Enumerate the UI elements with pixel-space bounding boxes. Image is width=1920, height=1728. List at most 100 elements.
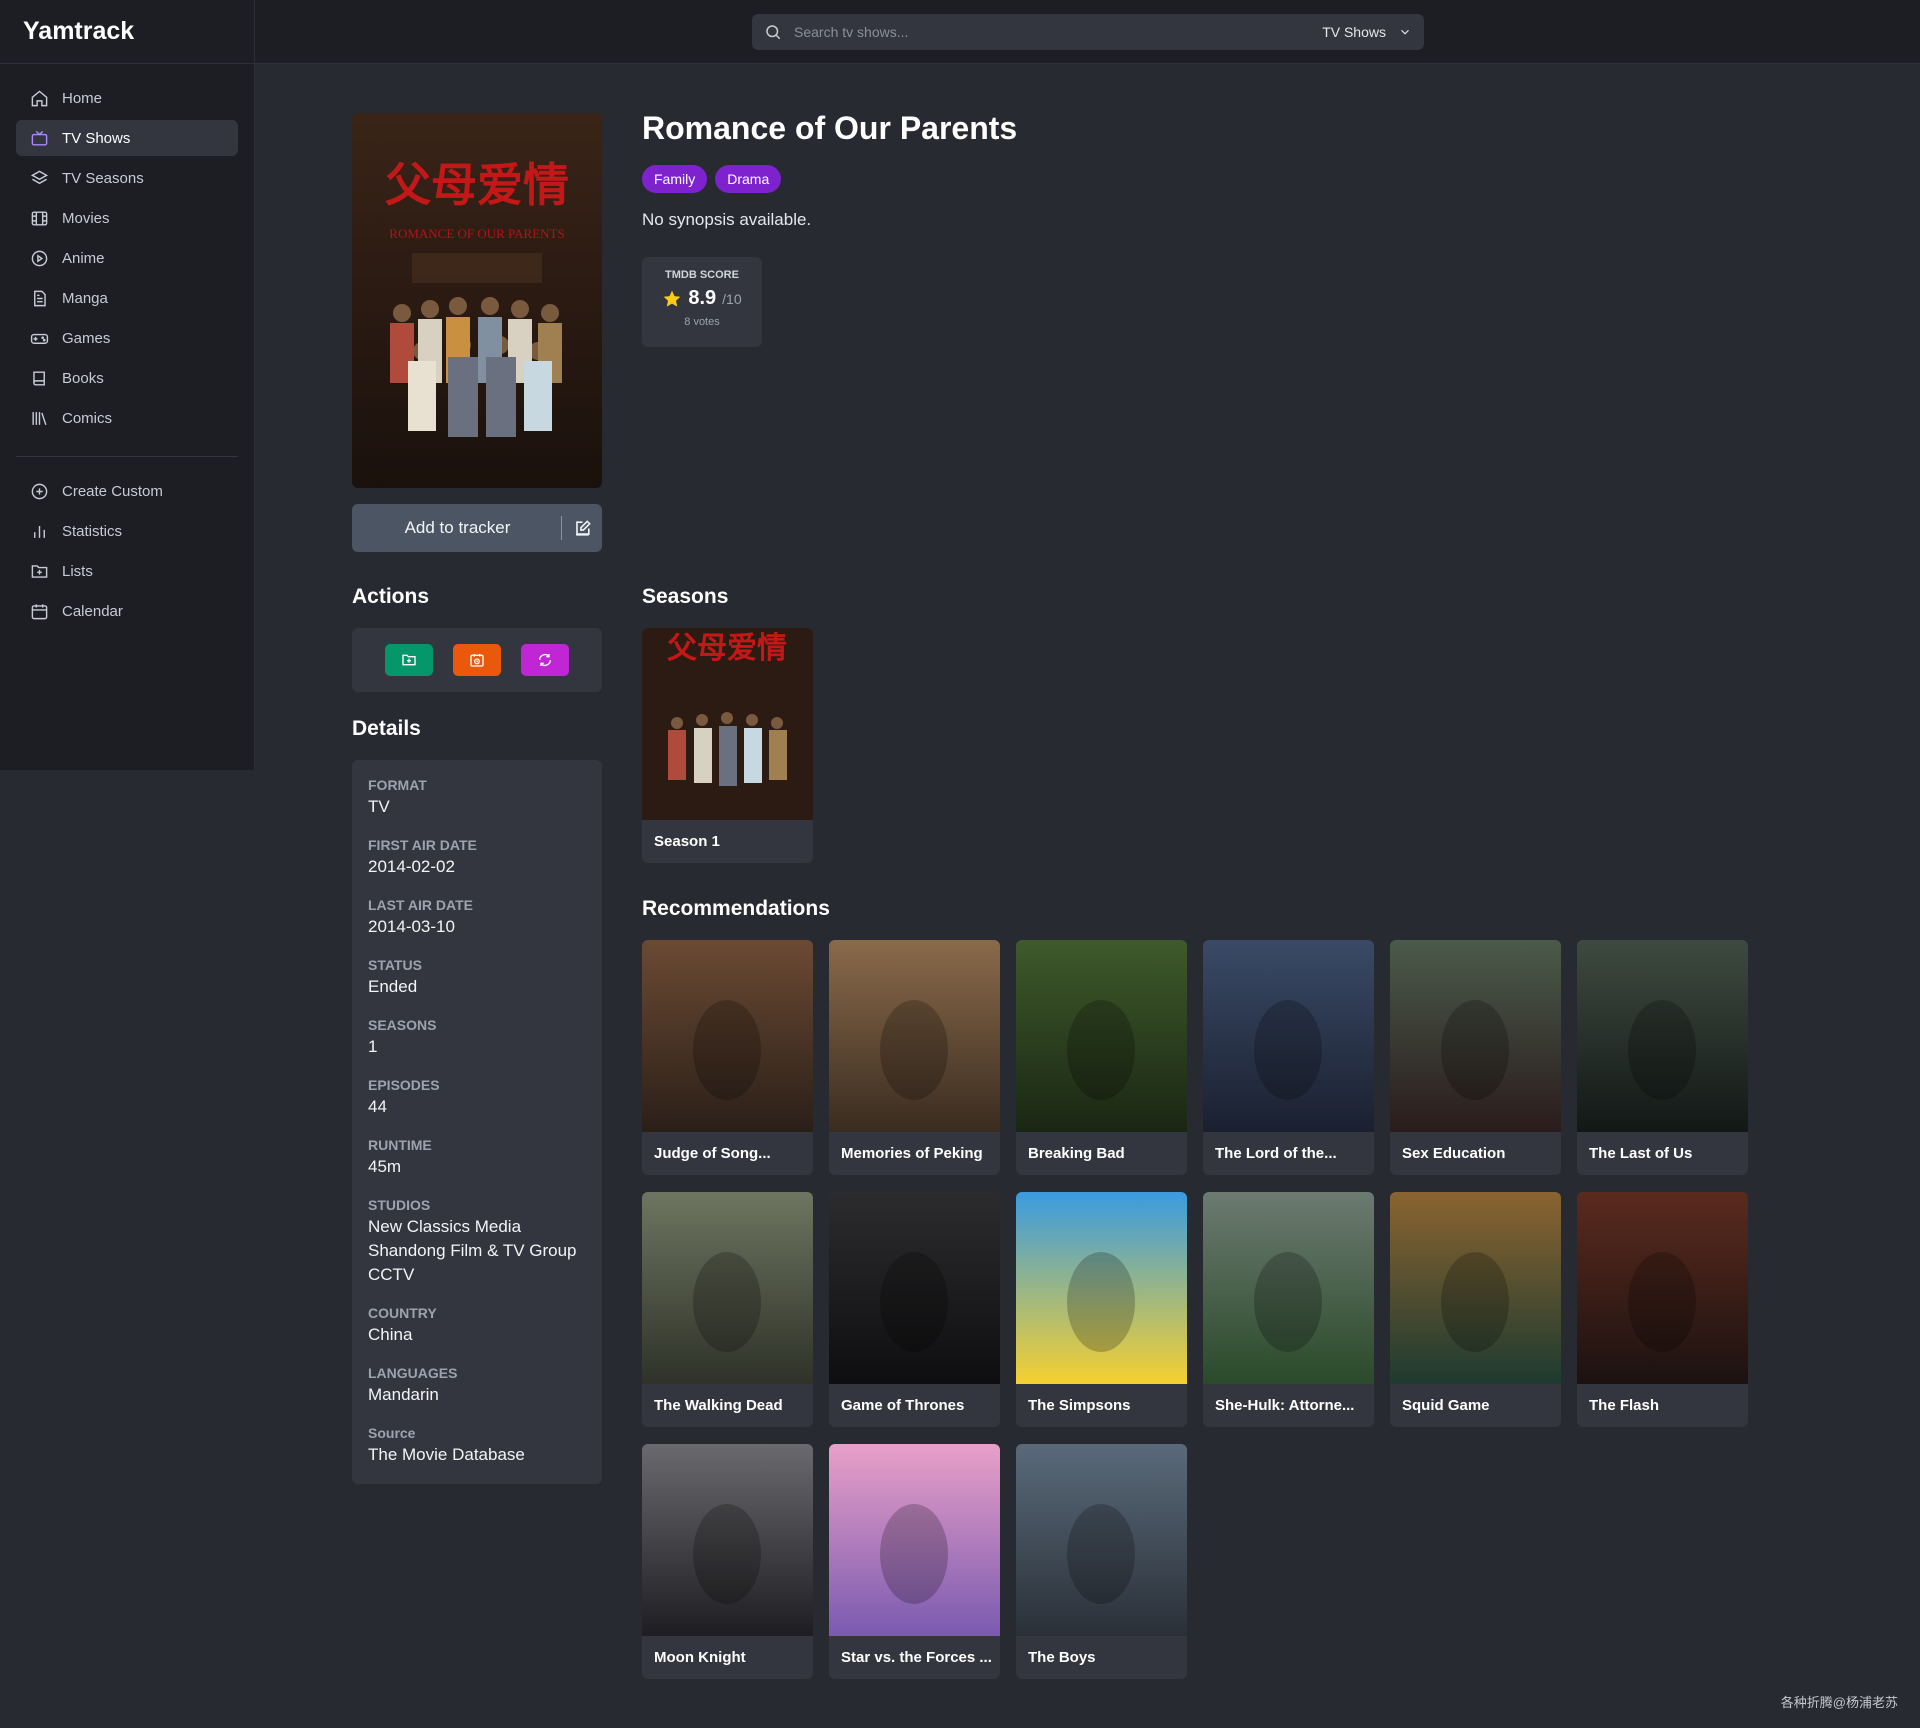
recommendation-card[interactable]: Sex Education (1390, 940, 1561, 1175)
sidebar-item-tv-shows[interactable]: TV Shows (16, 120, 238, 156)
sidebar-item-label: Lists (62, 562, 93, 580)
recommendation-poster (1390, 940, 1561, 1132)
recommendation-card[interactable]: The Lord of the... (1203, 940, 1374, 1175)
media-poster: 父母爱情 ROMANCE OF OUR PARENTS (352, 113, 602, 488)
sidebar-item-statistics[interactable]: Statistics (16, 513, 238, 549)
synopsis: No synopsis available. (642, 210, 812, 229)
detail-value: 2014-03-10 (368, 917, 455, 936)
library-icon (32, 411, 47, 425)
recommendation-title: Moon Knight (654, 1649, 746, 1666)
detail-value: TV (368, 797, 390, 816)
detail-languages: LANGUAGES Mandarin (368, 1363, 586, 1407)
sidebar-item-games[interactable]: Games (16, 320, 238, 356)
svg-text:父母爱情: 父母爱情 (385, 158, 569, 212)
detail-label: SEASONS (368, 1017, 437, 1033)
sidebar-item-label: Games (62, 329, 111, 347)
sidebar-item-lists[interactable]: Lists (16, 553, 238, 589)
search-type-select[interactable]: TV Shows (1322, 24, 1412, 40)
detail-format: FORMAT TV (368, 775, 586, 819)
top-bar: TV Shows (255, 0, 1920, 64)
detail-episodes: EPISODES 44 (368, 1075, 586, 1119)
recommendation-title: Breaking Bad (1028, 1145, 1125, 1162)
sidebar-item-label: Comics (62, 409, 113, 427)
recommendation-poster (1016, 1192, 1187, 1384)
recommendation-title: She-Hulk: Attorne... (1215, 1397, 1355, 1414)
calendar-icon (31, 603, 48, 619)
sidebar-item-label: TV Seasons (62, 169, 144, 187)
sidebar-item-tv-seasons[interactable]: TV Seasons (16, 160, 238, 196)
recommendation-card[interactable]: Memories of Peking (829, 940, 1000, 1175)
sidebar-item-manga[interactable]: Manga (16, 280, 238, 316)
recommendation-poster (1016, 940, 1187, 1132)
chevron-down-icon (1401, 29, 1409, 35)
recommendation-title: Sex Education (1402, 1145, 1506, 1162)
sidebar-item-create-custom[interactable]: Create Custom (16, 473, 238, 509)
recommendation-title: The Flash (1589, 1397, 1660, 1414)
detail-value: 1 (368, 1037, 378, 1056)
layers-icon (30, 170, 49, 184)
recommendation-poster (642, 1192, 813, 1384)
detail-label: FORMAT (368, 777, 427, 793)
edit-tracker-button[interactable] (561, 516, 602, 540)
recommendation-poster (1203, 1192, 1374, 1384)
sidebar-item-label: Home (62, 89, 103, 107)
recommendation-card[interactable]: The Last of Us (1577, 940, 1748, 1175)
search-bar: TV Shows (752, 14, 1424, 50)
plus-circle-icon (31, 483, 48, 499)
sidebar-item-anime[interactable]: Anime (16, 240, 238, 276)
recommendation-card[interactable]: Star vs. the Forces ... (829, 1444, 1000, 1679)
detail-country: COUNTRY China (368, 1303, 586, 1347)
sidebar-item-comics[interactable]: Comics (16, 400, 238, 436)
app-logo[interactable]: Yamtrack (0, 0, 254, 64)
seasons-heading: Seasons (642, 585, 729, 608)
recommendation-card[interactable]: The Flash (1577, 1192, 1748, 1427)
recommendation-poster (1390, 1192, 1561, 1384)
recommendation-poster (642, 940, 813, 1132)
details-panel: FORMAT TV FIRST AIR DATE 2014-02-02 LAST… (352, 760, 602, 1484)
detail-first-air-date: FIRST AIR DATE 2014-02-02 (368, 835, 586, 879)
add-to-list-button[interactable] (385, 644, 433, 676)
edit-icon (575, 519, 591, 536)
recommendation-poster (1577, 940, 1748, 1132)
recommendation-title: The Boys (1028, 1649, 1096, 1666)
detail-label: LANGUAGES (368, 1365, 458, 1381)
recommendation-card[interactable]: Judge of Song... (642, 940, 813, 1175)
detail-label: RUNTIME (368, 1137, 432, 1153)
play-circle-icon (31, 250, 48, 266)
history-button[interactable] (453, 644, 501, 676)
recommendation-card[interactable]: Squid Game (1390, 1192, 1561, 1427)
recommendation-title: The Walking Dead (654, 1397, 783, 1414)
calendar-clock-icon (470, 654, 484, 667)
sidebar: Yamtrack Home TV Shows TV Seasons Movies… (0, 0, 255, 770)
detail-value: New Classics Media (368, 1217, 522, 1236)
recommendation-poster (1016, 1444, 1187, 1636)
recommendation-poster (1203, 940, 1374, 1132)
sidebar-item-label: Books (62, 369, 104, 387)
sidebar-nav: Home TV Shows TV Seasons Movies Anime Ma… (0, 64, 254, 629)
sidebar-item-home[interactable]: Home (16, 80, 238, 116)
sync-button[interactable] (521, 644, 569, 676)
recommendation-card[interactable]: Breaking Bad (1016, 940, 1187, 1175)
sidebar-item-calendar[interactable]: Calendar (16, 593, 238, 629)
recommendation-title: Star vs. the Forces ... (841, 1649, 992, 1666)
detail-value[interactable]: The Movie Database (368, 1443, 586, 1467)
add-to-tracker-button[interactable]: Add to tracker (352, 504, 602, 552)
season-card[interactable]: 父母爱情 Season 1 (642, 628, 813, 863)
genre-tag: Drama (715, 165, 782, 193)
detail-value: China (368, 1325, 413, 1344)
recommendation-card[interactable]: Moon Knight (642, 1444, 813, 1679)
recommendation-card[interactable]: The Walking Dead (642, 1192, 813, 1427)
sidebar-item-movies[interactable]: Movies (16, 200, 238, 236)
recommendation-card[interactable]: The Simpsons (1016, 1192, 1187, 1427)
detail-status: STATUS Ended (368, 955, 586, 999)
svg-text:父母爱情: 父母爱情 (667, 631, 787, 666)
detail-label: FIRST AIR DATE (368, 837, 477, 853)
sidebar-item-books[interactable]: Books (16, 360, 238, 396)
recommendation-card[interactable]: Game of Thrones (829, 1192, 1000, 1427)
search-input[interactable] (794, 24, 1323, 40)
recommendation-card[interactable]: The Boys (1016, 1444, 1187, 1679)
recommendation-poster (642, 1444, 813, 1636)
actions-heading: Actions (352, 585, 430, 608)
genre-tag: Family (642, 165, 708, 193)
recommendation-card[interactable]: She-Hulk: Attorne... (1203, 1192, 1374, 1427)
